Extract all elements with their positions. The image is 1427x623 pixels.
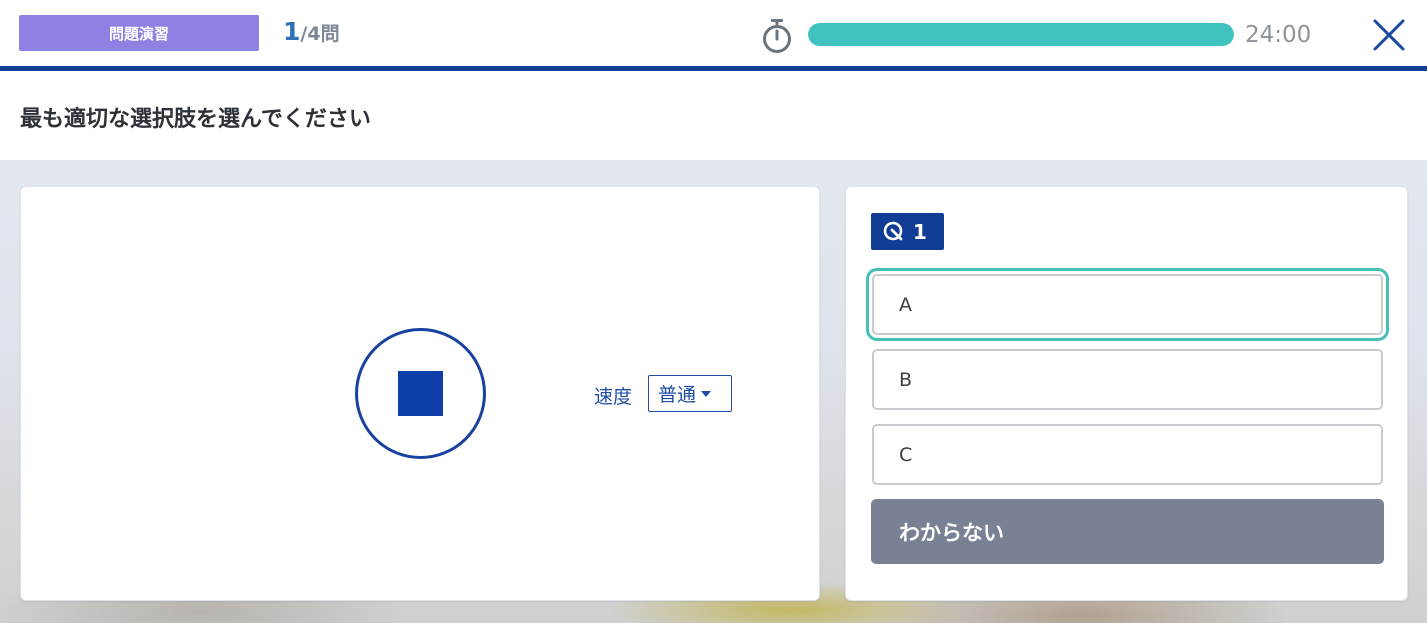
caret-down-icon: [701, 390, 712, 397]
question-number: 1: [913, 219, 927, 244]
stop-button[interactable]: [355, 328, 486, 459]
audio-player-panel: 速度 普通: [20, 186, 820, 601]
stop-icon: [398, 371, 443, 416]
timer-text: 24:00: [1245, 22, 1312, 48]
speed-label: 速度: [594, 386, 633, 408]
option-c[interactable]: C: [872, 424, 1383, 485]
stopwatch-icon: [763, 19, 791, 53]
counter-current: 1: [283, 17, 301, 46]
option-label: A: [899, 293, 912, 316]
answer-panel: 1 A B C わからない: [845, 186, 1408, 601]
counter-total: /4問: [300, 23, 340, 45]
option-a[interactable]: A: [866, 268, 1389, 341]
question-counter: 1 /4問: [283, 17, 340, 49]
time-progress-bar: [808, 23, 1234, 46]
option-b[interactable]: B: [872, 349, 1383, 410]
dont-know-label: わからない: [899, 520, 1004, 545]
time-progress-fill: [808, 23, 1234, 46]
close-icon[interactable]: [1370, 16, 1408, 54]
mode-label: 問題演習: [108, 24, 169, 43]
speed-select[interactable]: 普通: [648, 375, 732, 412]
question-number-badge: 1: [871, 213, 944, 250]
top-bar: 問題演習 1 /4問 24:00: [0, 0, 1427, 66]
instruction-bar: 最も適切な選択肢を選んでください: [0, 71, 1427, 161]
question-search-icon: [883, 221, 903, 240]
dont-know-button[interactable]: わからない: [871, 499, 1384, 564]
speed-value: 普通: [658, 384, 697, 406]
mode-badge: 問題演習: [19, 15, 259, 51]
option-label: B: [899, 368, 913, 391]
option-label: C: [899, 443, 913, 466]
instruction-text: 最も適切な選択肢を選んでください: [20, 107, 371, 132]
